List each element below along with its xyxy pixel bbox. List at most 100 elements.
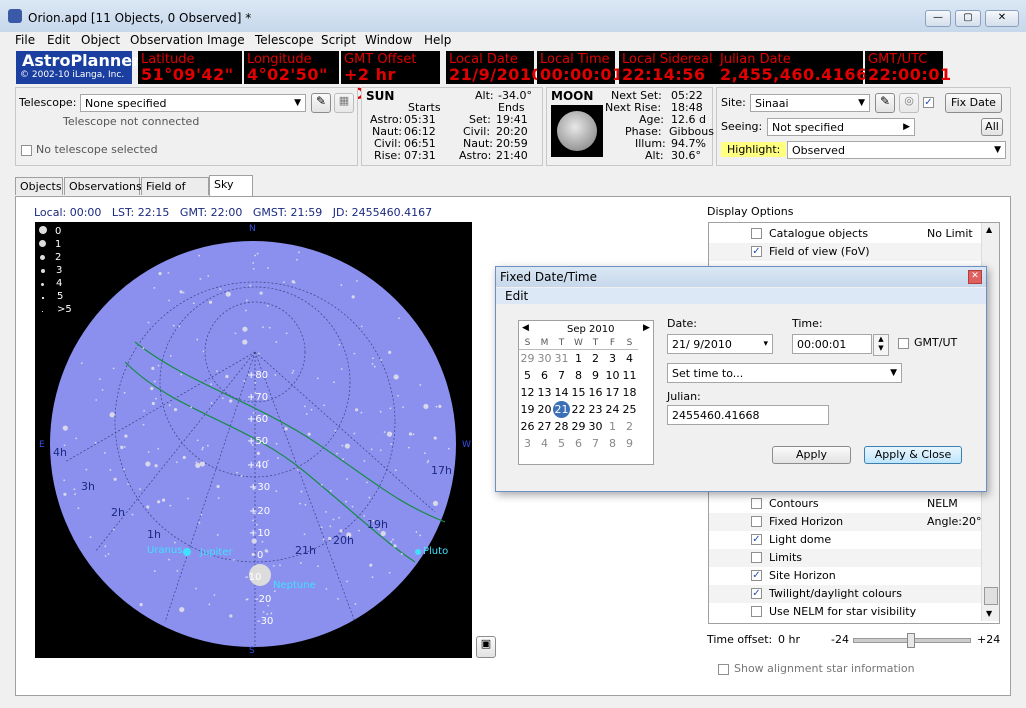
calendar-day[interactable]: 4: [536, 435, 553, 452]
option-catalogue-objects[interactable]: Catalogue objects No Limit: [709, 225, 981, 243]
site-globe-button[interactable]: ◎: [899, 93, 919, 113]
calendar-day[interactable]: 19: [519, 401, 536, 418]
calendar-day[interactable]: 12: [519, 384, 536, 401]
calendar-day[interactable]: 2: [587, 350, 604, 368]
calendar-day[interactable]: 2: [621, 418, 638, 435]
menu-observation[interactable]: Observation: [130, 33, 203, 47]
sky-print-button[interactable]: ▣: [476, 636, 496, 658]
menu-image[interactable]: Image: [207, 33, 245, 47]
calendar-day[interactable]: 6: [536, 367, 553, 384]
calendar-day[interactable]: 7: [553, 367, 570, 384]
option-limits[interactable]: Limits: [709, 549, 981, 567]
calendar-day[interactable]: 3: [604, 350, 621, 368]
menu-file[interactable]: File: [15, 33, 35, 47]
calendar-day[interactable]: 11: [621, 367, 638, 384]
julian-input[interactable]: 2455460.41668: [667, 405, 829, 425]
minimize-button[interactable]: —: [925, 10, 951, 27]
tab-observations[interactable]: Observations: [64, 177, 142, 195]
planet-label-uranus[interactable]: Uranus: [147, 545, 182, 556]
calendar-dropdown-icon[interactable]: ▾: [763, 335, 768, 354]
menu-window[interactable]: Window: [365, 33, 412, 47]
calendar-day[interactable]: 15: [570, 384, 587, 401]
option-field-of-view[interactable]: ✓ Field of view (FoV): [709, 243, 981, 261]
spin-up-icon[interactable]: ▲: [874, 335, 888, 344]
menu-telescope[interactable]: Telescope: [255, 33, 314, 47]
calendar-day[interactable]: 1: [604, 418, 621, 435]
field-of-view-checkbox[interactable]: ✓: [751, 246, 762, 257]
time-input[interactable]: 00:00:01: [792, 334, 872, 354]
telescope-connect-button[interactable]: ▦: [334, 93, 354, 113]
site-horizon-checkbox[interactable]: ✓: [751, 570, 762, 581]
calendar-day[interactable]: 30: [536, 350, 553, 368]
show-alignment-checkbox[interactable]: [718, 664, 729, 675]
apply-close-button[interactable]: Apply & Close: [864, 446, 962, 464]
time-offset-slider[interactable]: [853, 633, 971, 648]
option-nelm-visibility[interactable]: Use NELM for star visibility: [709, 603, 981, 621]
highlight-select[interactable]: Observed ▼: [787, 141, 1006, 159]
calendar-day[interactable]: 18: [621, 384, 638, 401]
calendar-day[interactable]: 7: [587, 435, 604, 452]
calendar-day[interactable]: 8: [570, 367, 587, 384]
calendar-day[interactable]: 17: [604, 384, 621, 401]
set-time-select[interactable]: Set time to... ▼: [667, 363, 902, 383]
calendar-day[interactable]: 4: [621, 350, 638, 368]
calendar-day[interactable]: 26: [519, 418, 536, 435]
calendar-day[interactable]: 30: [587, 418, 604, 435]
planet-label-jupiter[interactable]: Jupiter: [200, 547, 233, 558]
scroll-thumb[interactable]: [984, 587, 998, 605]
calendar-day[interactable]: 6: [570, 435, 587, 452]
date-input[interactable]: 21/ 9/2010 ▾: [667, 334, 773, 354]
option-twilight-colours[interactable]: ✓ Twilight/daylight colours: [709, 585, 981, 603]
calendar-day[interactable]: 14: [553, 384, 570, 401]
calendar-day[interactable]: 10: [604, 367, 621, 384]
calendar[interactable]: ◀ Sep 2010 ▶ SMTWTFS 29 30 31 1 2 3 4 5 6 7 8 9 10 1…: [518, 320, 654, 465]
calendar-day[interactable]: 28: [553, 418, 570, 435]
calendar-day[interactable]: 25: [621, 401, 638, 418]
menu-help[interactable]: Help: [424, 33, 451, 47]
all-button[interactable]: All: [981, 118, 1003, 136]
fix-date-checkbox[interactable]: ✓: [923, 97, 934, 108]
no-telescope-checkbox[interactable]: [21, 145, 32, 156]
tab-field-of-view[interactable]: Field of View: [141, 177, 209, 211]
tab-sky[interactable]: Sky: [209, 175, 253, 196]
site-edit-button[interactable]: ✎: [875, 93, 895, 113]
calendar-day[interactable]: 27: [536, 418, 553, 435]
calendar-day[interactable]: 20: [536, 401, 553, 418]
calendar-day[interactable]: 8: [604, 435, 621, 452]
fixed-horizon-checkbox[interactable]: [751, 516, 762, 527]
close-button[interactable]: ✕: [985, 10, 1019, 27]
gmt-ut-checkbox[interactable]: [898, 338, 909, 349]
menu-edit[interactable]: Edit: [47, 33, 70, 47]
scroll-up-icon[interactable]: ▲: [986, 225, 992, 234]
option-light-dome[interactable]: ✓ Light dome: [709, 531, 981, 549]
apply-button[interactable]: Apply: [772, 446, 851, 464]
maximize-button[interactable]: ▢: [955, 10, 981, 27]
time-spinner[interactable]: ▲ ▼: [873, 334, 889, 356]
seeing-select[interactable]: Not specified ▶: [767, 118, 915, 136]
calendar-next-icon[interactable]: ▶: [643, 323, 650, 333]
calendar-day[interactable]: 5: [519, 367, 536, 384]
nelm-visibility-checkbox[interactable]: [751, 606, 762, 617]
menu-script[interactable]: Script: [321, 33, 356, 47]
spin-down-icon[interactable]: ▼: [874, 344, 888, 353]
option-contours[interactable]: Contours NELM: [709, 495, 981, 513]
fix-date-button[interactable]: Fix Date: [945, 93, 1002, 113]
calendar-day[interactable]: 16: [587, 384, 604, 401]
calendar-day[interactable]: 24: [604, 401, 621, 418]
calendar-day[interactable]: 23: [587, 401, 604, 418]
calendar-day[interactable]: 1: [570, 350, 587, 368]
telescope-edit-button[interactable]: ✎: [311, 93, 331, 113]
calendar-day[interactable]: 5: [553, 435, 570, 452]
menu-object[interactable]: Object: [81, 33, 120, 47]
planet-label-neptune[interactable]: Neptune: [273, 580, 316, 591]
limits-checkbox[interactable]: [751, 552, 762, 563]
slider-thumb[interactable]: [907, 633, 915, 648]
calendar-prev-icon[interactable]: ◀: [522, 323, 529, 333]
option-fixed-horizon[interactable]: Fixed Horizon Angle:20°: [709, 513, 982, 531]
calendar-day[interactable]: 22: [570, 401, 587, 418]
calendar-day-selected[interactable]: 21: [553, 401, 570, 418]
calendar-day[interactable]: 9: [587, 367, 604, 384]
telescope-select[interactable]: None specified ▼: [80, 94, 306, 112]
calendar-day[interactable]: 31: [553, 350, 570, 368]
twilight-colours-checkbox[interactable]: ✓: [751, 588, 762, 599]
